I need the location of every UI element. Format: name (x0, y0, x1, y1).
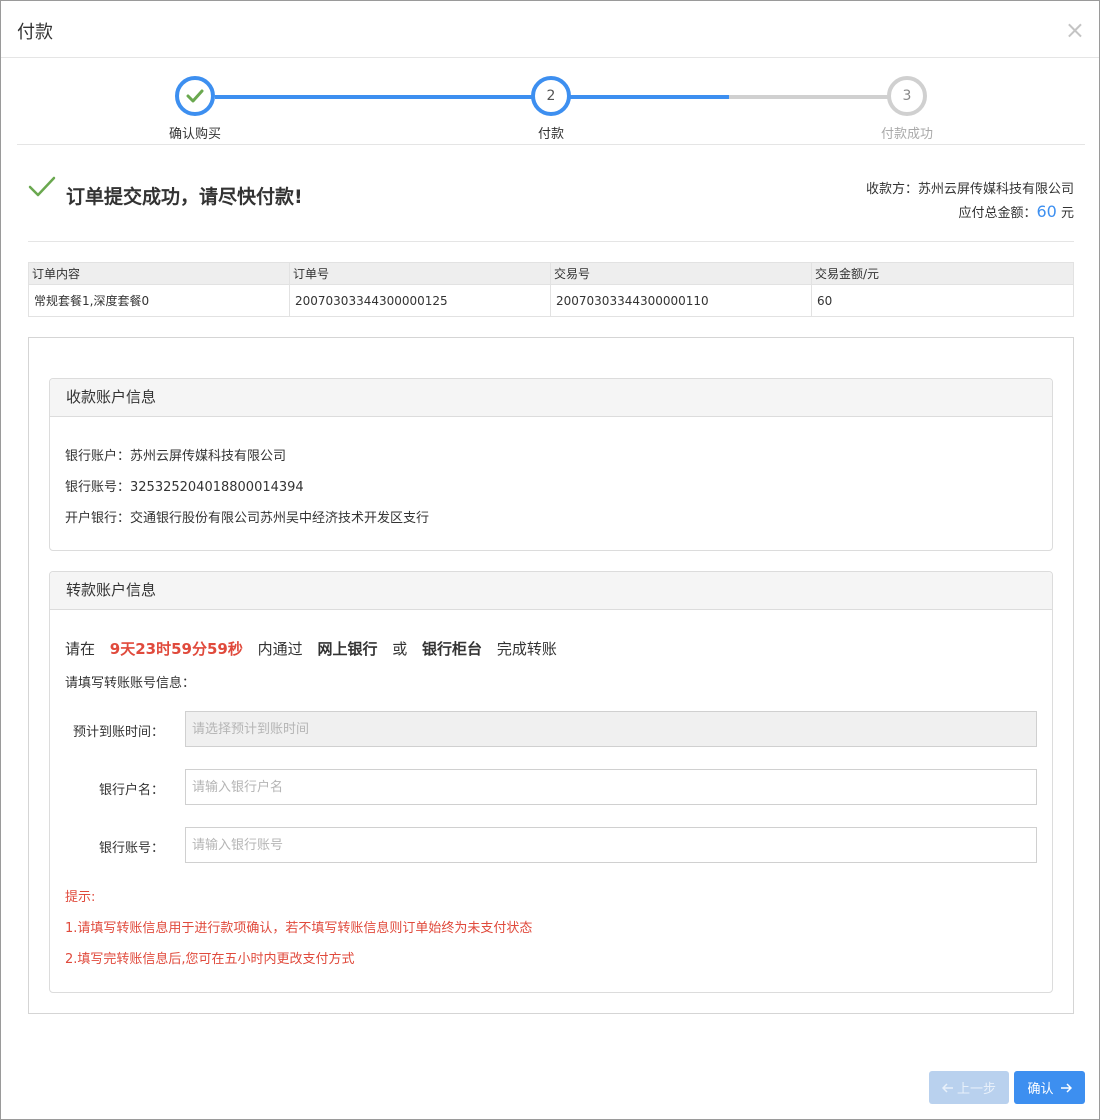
arrow-left-icon (941, 1082, 953, 1093)
button-label: 确认 (1027, 1082, 1054, 1097)
instruction-suffix: 完成转账 (496, 640, 557, 658)
step-done-circle (175, 76, 215, 116)
dialog-header: 付款 × (1, 1, 1099, 58)
close-icon[interactable]: × (1065, 17, 1085, 43)
form-label: 银行账号： (98, 841, 164, 856)
step-label: 付款 (537, 127, 564, 142)
button-label: 上一步 (956, 1082, 996, 1097)
column-header: 交易金额/元 (811, 262, 1074, 285)
step-number: 2 (531, 76, 571, 116)
instruction-mid: 内通过 (257, 640, 303, 658)
form-row-bank-account-number: 银行账号： (50, 827, 1054, 863)
order-content-cell: 常规套餐1,深度套餐0 (28, 284, 290, 317)
tip-item: 1.请填写转账信息用于进行款项确认，若不填写转账信息则订单始终为未支付状态 (65, 921, 533, 936)
form-row-arrival-time: 预计到账时间： (50, 711, 1054, 747)
payee-label: 收款方： (865, 182, 918, 197)
payee-info: 收款方：苏州云屏传媒科技有限公司 应付总金额：60 元 (866, 179, 1074, 225)
order-number-cell: 20070303344300000125 (289, 284, 551, 317)
check-icon (186, 89, 204, 103)
panel-title: 转款账户信息 (50, 572, 1052, 610)
table-row: 常规套餐1,深度套餐0 20070303344300000125 2007030… (28, 284, 1074, 317)
transfer-instruction: 请在 9天23时59分59秒 内通过 网上银行 或 银行柜台 完成转账 (65, 638, 557, 659)
payment-dialog: 付款 × 确认购买 2 付款 3 付款成功 订单提交成功，请尽快付款! 收款方：… (0, 0, 1100, 1120)
transaction-number-cell: 20070303344300000110 (550, 284, 812, 317)
confirm-button[interactable]: 确认 (1014, 1071, 1085, 1104)
table-header-row: 订单内容 订单号 交易号 交易金额/元 (28, 262, 1074, 285)
bank-account-number: 银行账号：325325204018800014394 (65, 476, 304, 495)
total-label: 应付总金额： (958, 206, 1037, 221)
panel-title: 收款账户信息 (50, 379, 1052, 417)
arrow-right-icon (1060, 1082, 1072, 1093)
total-unit: 元 (1060, 206, 1074, 221)
dialog-title: 付款 (17, 22, 53, 43)
status-message: 订单提交成功，请尽快付款! (66, 186, 303, 208)
instruction-or: 或 (392, 640, 408, 658)
info-value: 325325204018800014394 (130, 480, 304, 495)
tips-title: 提示: (65, 890, 96, 905)
payee-name: 苏州云屏传媒科技有限公司 (917, 182, 1074, 197)
info-value: 交通银行股份有限公司苏州吴中经济技术开发区支行 (130, 511, 430, 526)
instruction-prefix: 请在 (65, 640, 96, 658)
step-label: 确认购买 (168, 127, 221, 142)
fill-hint: 请填写转账账号信息： (65, 676, 196, 691)
success-check-icon (28, 176, 56, 197)
progress-steps: 确认购买 2 付款 3 付款成功 (17, 58, 1085, 145)
step-number: 3 (887, 76, 927, 116)
info-value: 苏州云屏传媒科技有限公司 (130, 449, 287, 464)
transfer-account-panel: 转款账户信息 请在 9天23时59分59秒 内通过 网上银行 或 银行柜台 完成… (49, 571, 1053, 993)
step-label: 付款成功 (880, 127, 933, 142)
column-header: 交易号 (550, 262, 812, 285)
column-header: 订单内容 (28, 262, 290, 285)
form-label: 银行户名： (98, 783, 164, 798)
bank-account-name: 银行账户：苏州云屏传媒科技有限公司 (65, 445, 286, 464)
tip-item: 2.填写完转账信息后,您可在五小时内更改支付方式 (65, 952, 355, 967)
form-row-bank-account-name: 银行户名： (50, 769, 1054, 805)
payment-info-box: 收款账户信息 银行账户：苏州云屏传媒科技有限公司 银行账号：3253252040… (28, 337, 1074, 1014)
receiving-account-panel: 收款账户信息 银行账户：苏州云屏传媒科技有限公司 银行账号：3253252040… (49, 378, 1053, 551)
info-label: 银行账户： (65, 449, 131, 464)
previous-step-button[interactable]: 上一步 (929, 1071, 1009, 1104)
total-amount: 60 (1036, 202, 1057, 221)
step-payment: 2 付款 (491, 76, 611, 142)
column-header: 订单号 (289, 262, 551, 285)
bank-account-number-input[interactable] (185, 827, 1037, 863)
form-label: 预计到账时间： (72, 725, 164, 740)
opening-bank: 开户银行：交通银行股份有限公司苏州吴中经济技术开发区支行 (65, 507, 429, 526)
order-table: 订单内容 订单号 交易号 交易金额/元 常规套餐1,深度套餐0 20070303… (28, 262, 1074, 317)
step-payment-success: 3 付款成功 (847, 76, 967, 142)
info-label: 银行账号： (65, 480, 131, 495)
countdown-timer: 9天23时59分59秒 (109, 640, 243, 658)
bank-account-name-input[interactable] (185, 769, 1037, 805)
arrival-time-picker[interactable] (185, 711, 1037, 747)
method-bank-counter: 银行柜台 (422, 640, 483, 658)
method-online-bank: 网上银行 (317, 640, 378, 658)
step-confirm-purchase: 确认购买 (135, 76, 255, 142)
amount-cell: 60 (811, 284, 1074, 317)
info-label: 开户银行： (65, 511, 131, 526)
order-status: 订单提交成功，请尽快付款! 收款方：苏州云屏传媒科技有限公司 应付总金额：60 … (28, 169, 1074, 242)
